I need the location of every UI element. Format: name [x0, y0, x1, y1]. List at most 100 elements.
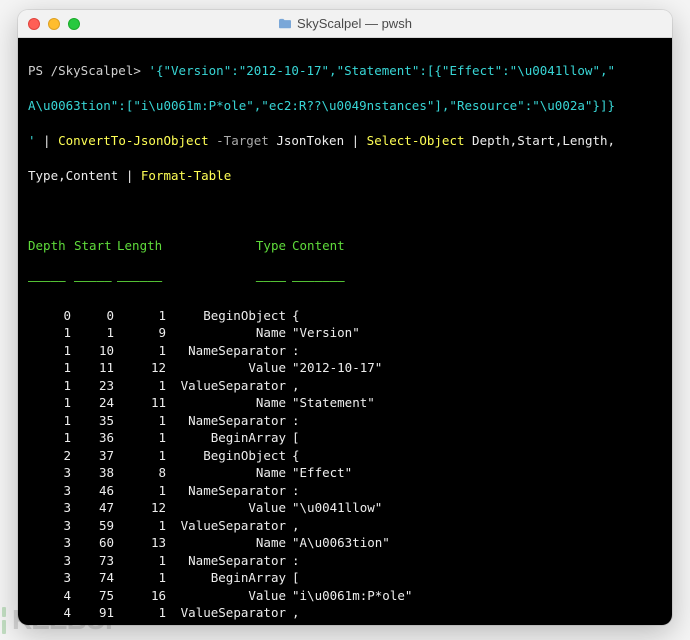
cell-content: "Version": [286, 324, 360, 342]
cell-length: 1: [114, 429, 166, 447]
table-underline: ———————————————————————————: [28, 272, 662, 290]
cell-content: {: [286, 447, 300, 465]
cell-content: [: [286, 569, 300, 587]
cell-type: ValueSeparator: [166, 377, 286, 395]
cell-type: NameSeparator: [166, 412, 286, 430]
cell-length: 9: [114, 324, 166, 342]
cell-depth: 1: [28, 377, 71, 395]
cell-type: Name: [166, 534, 286, 552]
blank-line: [28, 202, 662, 220]
cell-start: 23: [71, 377, 114, 395]
cell-length: 11: [114, 394, 166, 412]
comma4: ,: [58, 168, 66, 183]
cell-type: ValueSeparator: [166, 517, 286, 535]
table-rows: 001BeginObject{119Name"Version"1101NameS…: [28, 307, 662, 626]
cell-depth: 1: [28, 429, 71, 447]
titlebar[interactable]: SkyScalpel — pwsh: [18, 10, 672, 38]
terminal-window: SkyScalpel — pwsh PS /SkyScalpel> '{"Ver…: [18, 10, 672, 625]
close-button[interactable]: [28, 18, 40, 30]
maximize-button[interactable]: [68, 18, 80, 30]
cell-start: 47: [71, 499, 114, 517]
cell-start: 74: [71, 569, 114, 587]
cell-type: Value: [166, 622, 286, 626]
cell-depth: 1: [28, 412, 71, 430]
cell-content: ,: [286, 604, 300, 622]
hdr-start: Start: [71, 237, 114, 255]
table-row: 1361BeginArray[: [28, 429, 662, 447]
cell-start: 37: [71, 447, 114, 465]
table-row: 12411Name"Statement": [28, 394, 662, 412]
ul-type: ————: [166, 272, 286, 290]
cell-depth: 2: [28, 447, 71, 465]
table-row: 1351NameSeparator:: [28, 412, 662, 430]
cell-depth: 3: [28, 499, 71, 517]
cell-type: Value: [166, 587, 286, 605]
window-title-text: SkyScalpel — pwsh: [297, 16, 412, 31]
cell-start: 46: [71, 482, 114, 500]
cell-length: 1: [114, 569, 166, 587]
cell-length: 1: [114, 412, 166, 430]
cell-start: 36: [71, 429, 114, 447]
props-type: Type: [28, 168, 58, 183]
pipe2: |: [344, 133, 367, 148]
cell-content: {: [286, 307, 300, 325]
cell-start: 11: [71, 359, 114, 377]
cell-depth: 4: [28, 587, 71, 605]
prompt-line-2: A\u0063tion":["i\u0061m:P*ole","ec2:R??\…: [28, 97, 662, 115]
prompt-gt: >: [133, 63, 148, 78]
cell-type: Name: [166, 464, 286, 482]
pipe1: |: [36, 133, 59, 148]
minimize-button[interactable]: [48, 18, 60, 30]
prompt-ps: PS: [28, 63, 51, 78]
cmd-format: Format-Table: [141, 168, 231, 183]
prompt-line-3: ' | ConvertTo-JsonObject -Target JsonTok…: [28, 132, 662, 150]
cell-content: [: [286, 429, 300, 447]
cell-depth: 1: [28, 342, 71, 360]
props-length: Length: [562, 133, 607, 148]
props-depth: Depth: [465, 133, 510, 148]
table-row: 1231ValueSeparator,: [28, 377, 662, 395]
props-content: Content: [66, 168, 119, 183]
cell-start: 91: [71, 604, 114, 622]
target-val: JsonToken: [276, 133, 344, 148]
cell-start: 75: [71, 587, 114, 605]
cell-start: 0: [71, 307, 114, 325]
prompt-line-1: PS /SkyScalpel> '{"Version":"2012-10-17"…: [28, 62, 662, 80]
cell-start: 59: [71, 517, 114, 535]
cell-content: "i\u0061m:P*ole": [286, 587, 412, 605]
cmd-select: Select-Object: [367, 133, 465, 148]
cell-length: 1: [114, 307, 166, 325]
cell-type: Name: [166, 394, 286, 412]
cell-start: 92: [71, 622, 114, 626]
cell-content: "2012-10-17": [286, 359, 382, 377]
pipe3: |: [118, 168, 141, 183]
cell-depth: 3: [28, 482, 71, 500]
cell-start: 60: [71, 534, 114, 552]
table-row: 3461NameSeparator:: [28, 482, 662, 500]
terminal-body[interactable]: PS /SkyScalpel> '{"Version":"2012-10-17"…: [18, 38, 672, 625]
cell-type: NameSeparator: [166, 342, 286, 360]
table-row: 36013Name"A\u0063tion": [28, 534, 662, 552]
cell-length: 1: [114, 482, 166, 500]
folder-icon: [278, 18, 292, 30]
cell-type: BeginArray: [166, 569, 286, 587]
input-line1: '{"Version":"2012-10-17","Statement":[{"…: [148, 63, 615, 78]
table-row: 3388Name"Effect": [28, 464, 662, 482]
table-row: 3591ValueSeparator,: [28, 517, 662, 535]
window-title: SkyScalpel — pwsh: [18, 16, 672, 31]
cell-content: "A\u0063tion": [286, 534, 390, 552]
cell-type: Value: [166, 359, 286, 377]
cell-length: 1: [114, 377, 166, 395]
cell-content: ,: [286, 377, 300, 395]
cell-length: 12: [114, 499, 166, 517]
cell-depth: 1: [28, 394, 71, 412]
cell-length: 1: [114, 447, 166, 465]
traffic-lights: [28, 18, 80, 30]
cell-type: BeginArray: [166, 429, 286, 447]
cell-content: "ec2:R??\u0049nstances": [286, 622, 465, 626]
table-row: 47516Value"i\u0061m:P*ole": [28, 587, 662, 605]
prompt-line-4: Type,Content | Format-Table: [28, 167, 662, 185]
table-row: 3741BeginArray[: [28, 569, 662, 587]
cell-type: NameSeparator: [166, 482, 286, 500]
ul-start: —————: [71, 272, 114, 290]
